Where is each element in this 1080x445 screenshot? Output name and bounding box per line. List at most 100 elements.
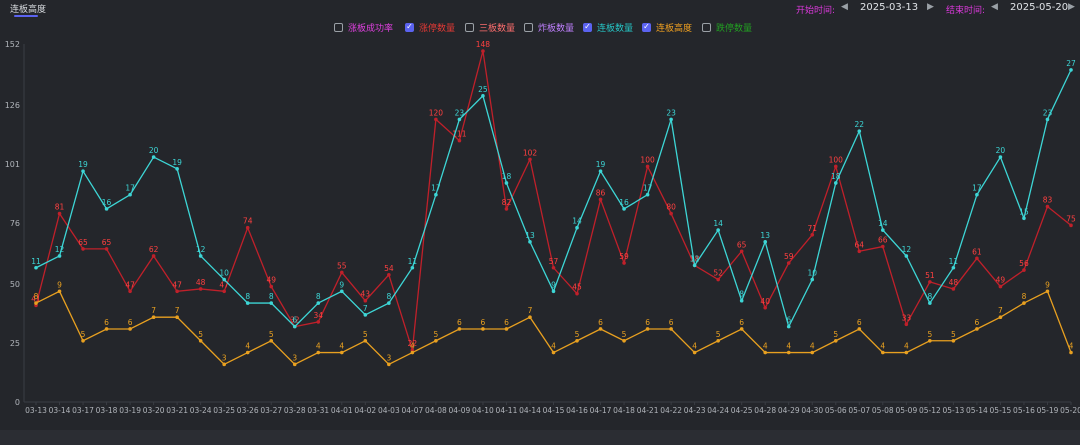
data-label: 9 (339, 280, 344, 289)
data-label: 120 (429, 108, 444, 117)
x-tick-label: 04-11 (496, 406, 518, 415)
data-point (34, 301, 38, 305)
data-label: 65 (78, 238, 88, 247)
data-label: 5 (833, 330, 838, 339)
data-point (269, 301, 274, 305)
data-point (363, 298, 368, 303)
x-tick-label: 03-21 (166, 406, 188, 415)
data-point (481, 327, 485, 331)
data-label: 86 (596, 188, 606, 197)
x-tick-label: 04-16 (566, 406, 588, 415)
data-point (763, 350, 768, 355)
data-point (645, 327, 650, 331)
data-point (951, 265, 956, 270)
x-tick-label: 04-17 (590, 406, 612, 415)
data-label: 75 (1066, 214, 1076, 223)
data-point (128, 192, 132, 197)
data-label: 8 (245, 292, 250, 301)
data-point (975, 327, 979, 331)
data-point (881, 244, 885, 249)
x-tick-label: 04-22 (660, 406, 682, 415)
data-point (575, 225, 579, 230)
data-label: 14 (572, 217, 582, 226)
data-label: 12 (902, 245, 912, 254)
data-point (692, 263, 697, 268)
x-tick-label: 04-02 (354, 406, 376, 415)
x-tick-label: 04-24 (707, 406, 729, 415)
data-point (857, 129, 862, 133)
data-point (481, 94, 485, 98)
data-point (716, 338, 720, 343)
data-point (434, 192, 438, 197)
data-label: 13 (760, 231, 770, 240)
data-point (198, 254, 203, 258)
data-label: 23 (666, 108, 676, 117)
data-label: 5 (81, 330, 86, 339)
data-point (833, 338, 838, 343)
x-tick-label: 05-13 (942, 406, 964, 415)
data-label: 12 (55, 245, 65, 254)
data-label: 59 (784, 252, 794, 261)
data-point (928, 280, 932, 284)
data-point (81, 338, 85, 343)
data-point (128, 327, 132, 331)
data-point (716, 228, 720, 232)
data-point (1045, 204, 1050, 209)
data-label: 43 (361, 290, 371, 299)
data-label: 51 (925, 271, 935, 280)
data-point (1069, 68, 1073, 72)
x-tick-label: 03-20 (143, 406, 165, 415)
data-point (904, 322, 909, 327)
data-label: 45 (572, 283, 582, 292)
data-point (881, 350, 885, 355)
data-point (222, 289, 226, 294)
x-tick-label: 04-23 (684, 406, 706, 415)
data-label: 4 (245, 342, 250, 351)
x-tick-label: 03-31 (307, 406, 329, 415)
data-label: 13 (525, 231, 535, 240)
data-point (622, 338, 626, 343)
data-label: 6 (975, 318, 980, 327)
data-label: 27 (1066, 59, 1076, 68)
data-label: 23 (1043, 108, 1053, 117)
data-label: 49 (266, 276, 276, 285)
data-label: 11 (690, 254, 700, 263)
data-label: 14 (713, 219, 723, 228)
data-point (786, 261, 791, 265)
data-label: 48 (196, 278, 206, 287)
data-point (669, 117, 673, 122)
data-point (763, 240, 768, 244)
data-label: 83 (1043, 196, 1053, 205)
data-label: 47 (125, 280, 135, 289)
data-label: 4 (786, 342, 791, 351)
x-tick-label: 04-21 (637, 406, 659, 415)
data-point (269, 338, 274, 343)
data-label: 6 (104, 318, 109, 327)
x-tick-label: 04-07 (401, 406, 423, 415)
data-point (528, 157, 532, 162)
x-tick-label: 05-16 (1013, 406, 1035, 415)
data-point (551, 265, 556, 270)
data-point (504, 327, 509, 331)
y-tick-label: 101 (5, 160, 20, 169)
data-point (151, 155, 156, 159)
data-point (104, 207, 109, 211)
data-point (739, 298, 744, 303)
data-point (645, 192, 650, 197)
data-point (504, 181, 509, 185)
x-tick-label: 04-30 (801, 406, 823, 415)
x-tick-label: 04-28 (754, 406, 776, 415)
data-label: 15 (1019, 207, 1029, 216)
data-label: 47 (172, 280, 182, 289)
data-label: 18 (831, 172, 841, 181)
data-point (551, 350, 556, 355)
data-label: 6 (481, 318, 486, 327)
data-label: 65 (737, 240, 747, 249)
data-point (222, 277, 226, 282)
y-tick-label: 25 (10, 339, 20, 348)
data-label: 5 (363, 330, 368, 339)
y-tick-label: 76 (10, 219, 20, 228)
data-point (575, 291, 579, 296)
data-point (739, 249, 744, 254)
bottom-bar (0, 430, 1080, 445)
